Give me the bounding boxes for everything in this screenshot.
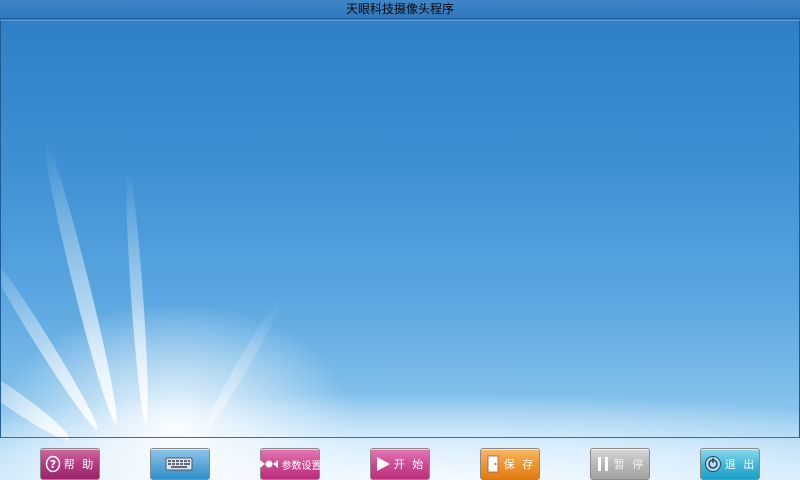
exit-button[interactable]: 退 出 bbox=[700, 448, 760, 480]
window-title-bar: 天眼科技摄像头程序 bbox=[0, 0, 800, 19]
window-title: 天眼科技摄像头程序 bbox=[345, 2, 454, 16]
question-icon: ? bbox=[45, 455, 61, 473]
start-label: 开 始 bbox=[393, 458, 426, 471]
parameter-settings-label: 参数设置 bbox=[281, 460, 322, 472]
door-icon bbox=[485, 455, 501, 473]
pause-button[interactable]: 暂 停 bbox=[590, 448, 650, 480]
svg-text:?: ? bbox=[50, 458, 56, 471]
gears-icon bbox=[259, 455, 279, 473]
keyboard-icon bbox=[165, 455, 193, 473]
bottom-toolbar: ? 帮 助 参数设置 开 始 保 存 暂 停 退 出 bbox=[0, 438, 800, 480]
play-icon bbox=[375, 455, 391, 473]
save-label: 保 存 bbox=[503, 458, 536, 471]
pause-label: 暂 停 bbox=[613, 458, 646, 471]
start-button[interactable]: 开 始 bbox=[370, 448, 430, 480]
parameter-settings-button[interactable]: 参数设置 bbox=[259, 448, 322, 480]
camera-preview-area bbox=[0, 20, 800, 438]
power-icon bbox=[704, 455, 722, 473]
help-label: 帮 助 bbox=[63, 458, 96, 471]
keyboard-button[interactable] bbox=[150, 448, 210, 480]
save-button[interactable]: 保 存 bbox=[480, 448, 540, 480]
exit-label: 退 出 bbox=[724, 458, 757, 471]
help-button[interactable]: ? 帮 助 bbox=[40, 448, 100, 480]
pause-icon bbox=[595, 455, 611, 473]
